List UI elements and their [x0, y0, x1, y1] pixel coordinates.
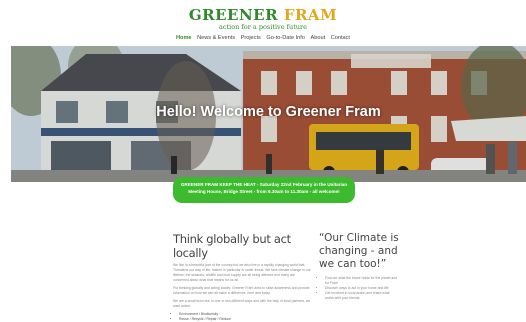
intro-paragraph-2: Put thinking globally and acting locally…: [173, 286, 310, 295]
climate-aside: “Our Climate is changing - and we can to…: [319, 232, 399, 301]
nav-item-about[interactable]: About: [311, 35, 326, 41]
logo-word-greener: GREENER: [188, 6, 279, 24]
site-logo[interactable]: GREENER FRAM action for a positive futur…: [0, 7, 526, 31]
logo-tagline: action for a positive future: [219, 23, 307, 31]
nav-item-home[interactable]: Home: [176, 35, 192, 41]
event-banner[interactable]: GREENER FRAM KEEP THE HEAT - Saturday 22…: [173, 177, 355, 203]
list-item: Reuse / Recycle / Repair / Reduce: [179, 317, 311, 322]
logo-title: GREENER FRAM: [0, 7, 526, 23]
logo-word-fram: FRAM: [283, 6, 338, 24]
nav-item-news-events[interactable]: News & Events: [197, 35, 235, 41]
intro-paragraph-1: We live in a beautiful part of the count…: [173, 263, 311, 282]
nav-item-projects[interactable]: Projects: [241, 35, 261, 41]
list-item: Get involved in local action and share w…: [325, 291, 399, 301]
aside-list: Find out what the future holds for the p…: [319, 276, 399, 301]
nav-item-info[interactable]: Go-to-Date Info: [266, 35, 305, 41]
aside-heading: “Our Climate is changing - and we can to…: [319, 232, 399, 270]
main-intro: Think globally but act locally We live i…: [173, 232, 311, 322]
intro-paragraph-3: We are a small town but, in one or two d…: [173, 299, 311, 308]
list-item: Find out what the future holds for the p…: [325, 276, 399, 286]
main-nav: Home News & Events Projects Go-to-Date I…: [0, 35, 526, 41]
intro-heading: Think globally but act locally: [173, 232, 291, 260]
nav-item-contact[interactable]: Contact: [331, 35, 350, 41]
hero-heading: Hello! Welcome to Greener Fram: [156, 104, 381, 120]
intro-bullet-list: Environment / Biodiversity Reuse / Recyc…: [173, 312, 311, 322]
hero-section: Hello! Welcome to Greener Fram: [11, 46, 526, 182]
